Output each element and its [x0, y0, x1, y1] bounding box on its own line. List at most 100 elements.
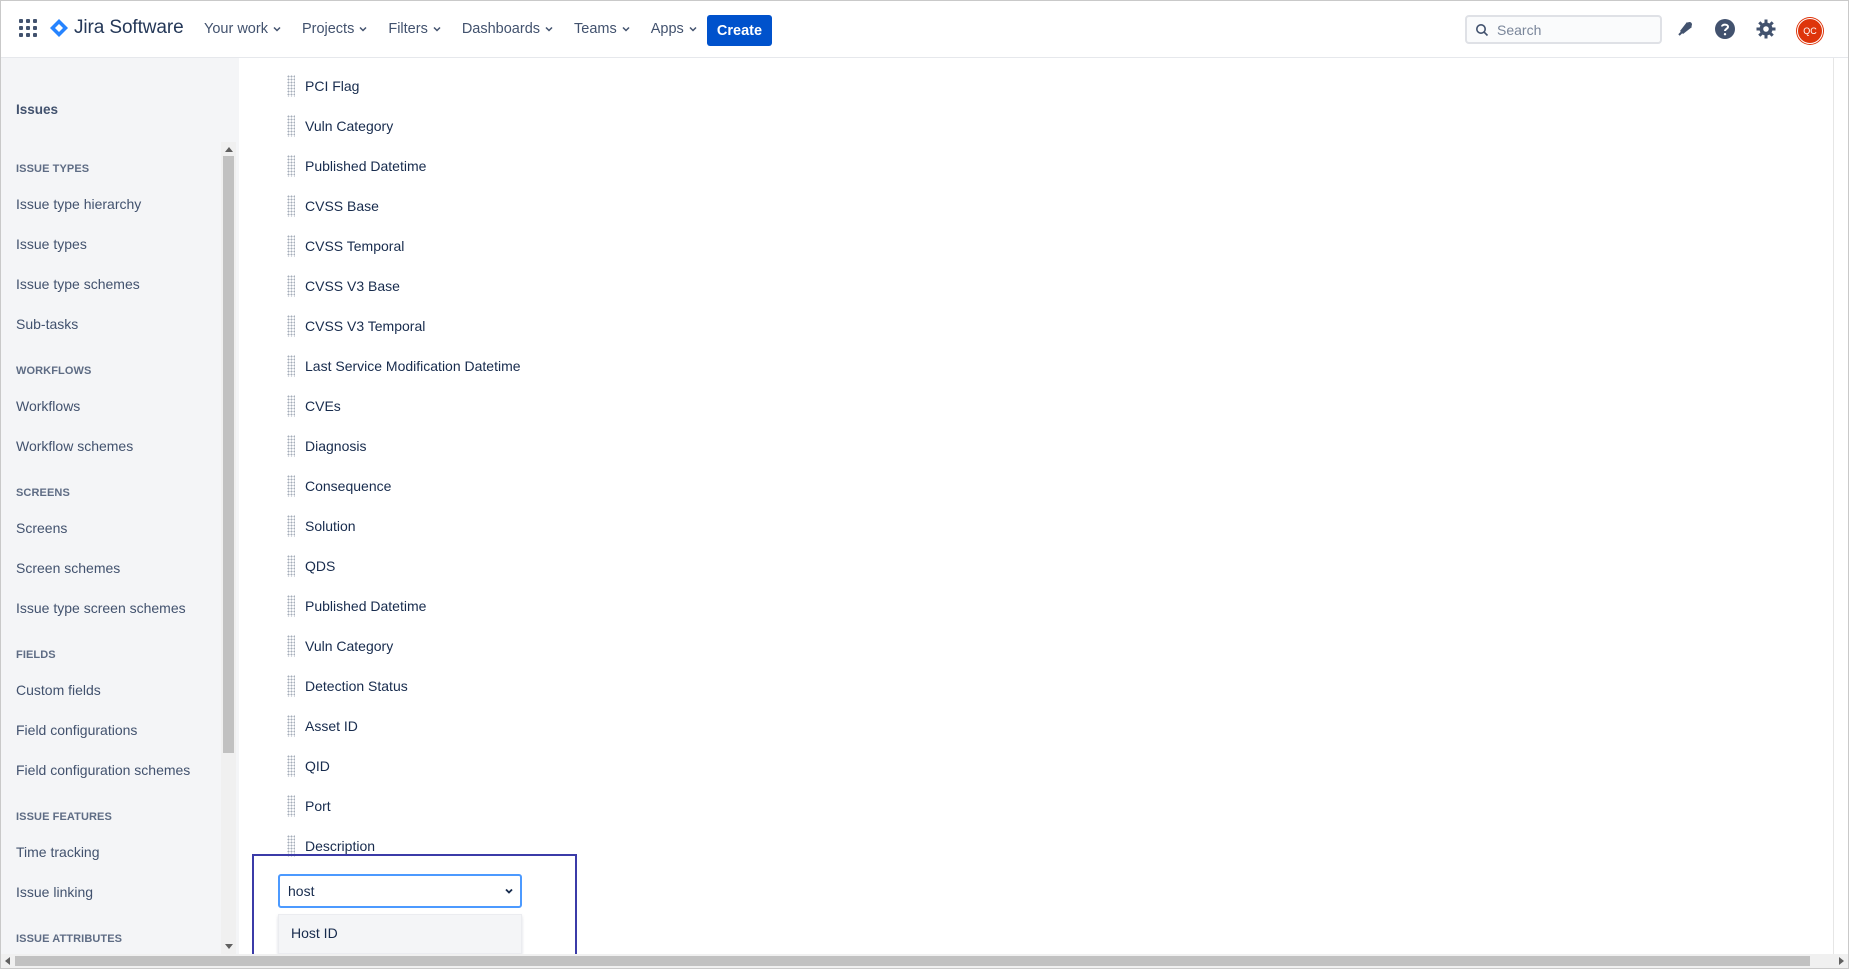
- scroll-left-icon[interactable]: [5, 957, 10, 965]
- field-row[interactable]: CVEs: [287, 395, 341, 417]
- sidebar-item-workflows[interactable]: Workflows: [16, 398, 80, 414]
- field-row[interactable]: Port: [287, 795, 331, 817]
- sidebar-item-issue-type-schemes[interactable]: Issue type schemes: [16, 276, 140, 292]
- field-row[interactable]: Detection Status: [287, 675, 408, 697]
- drag-handle-icon[interactable]: [287, 635, 295, 657]
- field-row[interactable]: CVSS Temporal: [287, 235, 404, 257]
- add-field-input[interactable]: [286, 882, 490, 900]
- drag-handle-icon[interactable]: [287, 195, 295, 217]
- primary-nav: Your work Projects Filters Dashboards Te…: [204, 1, 718, 57]
- field-row[interactable]: Solution: [287, 515, 356, 537]
- section-issue-attributes: ISSUE ATTRIBUTES: [16, 933, 123, 945]
- nav-apps[interactable]: Apps: [651, 21, 698, 37]
- drag-handle-icon[interactable]: [287, 715, 295, 737]
- sidebar-item-workflow-schemes[interactable]: Workflow schemes: [16, 438, 133, 454]
- chevron-down-icon[interactable]: [504, 886, 514, 896]
- field-label: Port: [305, 798, 331, 814]
- drag-handle-icon[interactable]: [287, 475, 295, 497]
- settings-icon[interactable]: [1755, 18, 1777, 40]
- drag-handle-icon[interactable]: [287, 795, 295, 817]
- field-row[interactable]: Vuln Category: [287, 635, 393, 657]
- scrollbar-thumb[interactable]: [223, 156, 234, 753]
- horizontal-scrollbar[interactable]: [1, 954, 1848, 968]
- drag-handle-icon[interactable]: [287, 755, 295, 777]
- sidebar-scrollbar[interactable]: [221, 142, 236, 954]
- notifications-icon[interactable]: [1674, 18, 1696, 40]
- drag-handle-icon[interactable]: [287, 395, 295, 417]
- sidebar-item-screen-schemes[interactable]: Screen schemes: [16, 560, 120, 576]
- drag-handle-icon[interactable]: [287, 155, 295, 177]
- app-window: Jira Software Your work Projects Filters…: [0, 0, 1849, 969]
- drag-handle-icon[interactable]: [287, 235, 295, 257]
- field-row[interactable]: PCI Flag: [287, 75, 359, 97]
- field-row[interactable]: Published Datetime: [287, 155, 426, 177]
- create-button[interactable]: Create: [707, 15, 772, 46]
- section-screens: SCREENS: [16, 487, 70, 499]
- nav-filters[interactable]: Filters: [388, 21, 441, 37]
- drag-handle-icon[interactable]: [287, 675, 295, 697]
- field-row[interactable]: Last Service Modification Datetime: [287, 355, 521, 377]
- scroll-down-icon[interactable]: [225, 944, 233, 949]
- field-row[interactable]: QID: [287, 755, 330, 777]
- nav-label: Apps: [650, 21, 684, 37]
- field-row[interactable]: CVSS V3 Temporal: [287, 315, 425, 337]
- jira-logo[interactable]: Jira Software: [50, 17, 184, 39]
- app-switcher-icon[interactable]: [19, 19, 37, 37]
- sidebar-item-issue-types[interactable]: Issue types: [16, 236, 87, 252]
- field-label: Detection Status: [305, 678, 408, 694]
- sidebar-item-issue-type-hierarchy[interactable]: Issue type hierarchy: [16, 196, 141, 212]
- screen-fields-panel: PCI Flag Vuln Category Published Datetim…: [239, 58, 1848, 954]
- search-input[interactable]: [1495, 20, 1659, 39]
- field-label: Asset ID: [305, 718, 358, 734]
- sidebar-item-field-configurations[interactable]: Field configurations: [16, 722, 137, 738]
- drag-handle-icon[interactable]: [287, 435, 295, 457]
- field-row[interactable]: Description: [287, 835, 375, 857]
- field-row[interactable]: QDS: [287, 555, 335, 577]
- drag-handle-icon[interactable]: [287, 515, 295, 537]
- sidebar-item-sub-tasks[interactable]: Sub-tasks: [16, 316, 78, 332]
- scroll-up-icon[interactable]: [225, 147, 233, 152]
- field-label: PCI Flag: [305, 78, 360, 94]
- chevron-down-icon: [545, 26, 553, 32]
- search-box[interactable]: [1465, 15, 1662, 44]
- field-row[interactable]: Published Datetime: [287, 595, 426, 617]
- field-row[interactable]: CVSS Base: [287, 195, 379, 217]
- field-row[interactable]: Diagnosis: [287, 435, 366, 457]
- horizontal-scrollbar-thumb[interactable]: [15, 956, 1810, 966]
- sidebar-item-custom-fields[interactable]: Custom fields: [16, 682, 101, 698]
- drag-handle-icon[interactable]: [287, 75, 295, 97]
- main-vertical-scrollbar[interactable]: [1833, 58, 1848, 954]
- nav-label: Projects: [301, 21, 355, 37]
- drag-handle-icon[interactable]: [287, 555, 295, 577]
- add-field-select[interactable]: [278, 874, 522, 908]
- sidebar-item-time-tracking[interactable]: Time tracking: [16, 844, 100, 860]
- drag-handle-icon[interactable]: [287, 315, 295, 337]
- sidebar-item-screens[interactable]: Screens: [16, 520, 67, 536]
- nav-your-work[interactable]: Your work: [204, 21, 282, 37]
- nav-dashboards[interactable]: Dashboards: [462, 21, 554, 37]
- field-row[interactable]: Asset ID: [287, 715, 358, 737]
- sidebar-item-field-configuration-schemes[interactable]: Field configuration schemes: [16, 762, 190, 778]
- field-row[interactable]: Vuln Category: [287, 115, 393, 137]
- drag-handle-icon[interactable]: [287, 835, 295, 857]
- nav-projects[interactable]: Projects: [302, 21, 368, 37]
- drag-handle-icon[interactable]: [287, 275, 295, 297]
- dropdown-option-host-id[interactable]: Host ID: [291, 925, 338, 941]
- sidebar-item-issue-linking[interactable]: Issue linking: [16, 884, 93, 900]
- drag-handle-icon[interactable]: [287, 115, 295, 137]
- nav-teams[interactable]: Teams: [574, 21, 631, 37]
- drag-handle-icon[interactable]: [287, 355, 295, 377]
- top-navigation: Jira Software Your work Projects Filters…: [1, 1, 1848, 58]
- sidebar-item-issue-type-screen-schemes[interactable]: Issue type screen schemes: [16, 600, 186, 616]
- sidebar: Issues ISSUE TYPES Issue type hierarchy …: [1, 58, 239, 954]
- help-icon[interactable]: [1714, 18, 1736, 40]
- avatar[interactable]: QC: [1797, 18, 1823, 44]
- drag-handle-icon[interactable]: [287, 595, 295, 617]
- field-label: CVEs: [305, 398, 341, 414]
- chevron-down-icon: [622, 26, 630, 32]
- field-label: QID: [305, 758, 330, 774]
- field-row[interactable]: CVSS V3 Base: [287, 275, 400, 297]
- field-label: Vuln Category: [305, 118, 394, 134]
- field-row[interactable]: Consequence: [287, 475, 391, 497]
- scroll-right-icon[interactable]: [1839, 957, 1844, 965]
